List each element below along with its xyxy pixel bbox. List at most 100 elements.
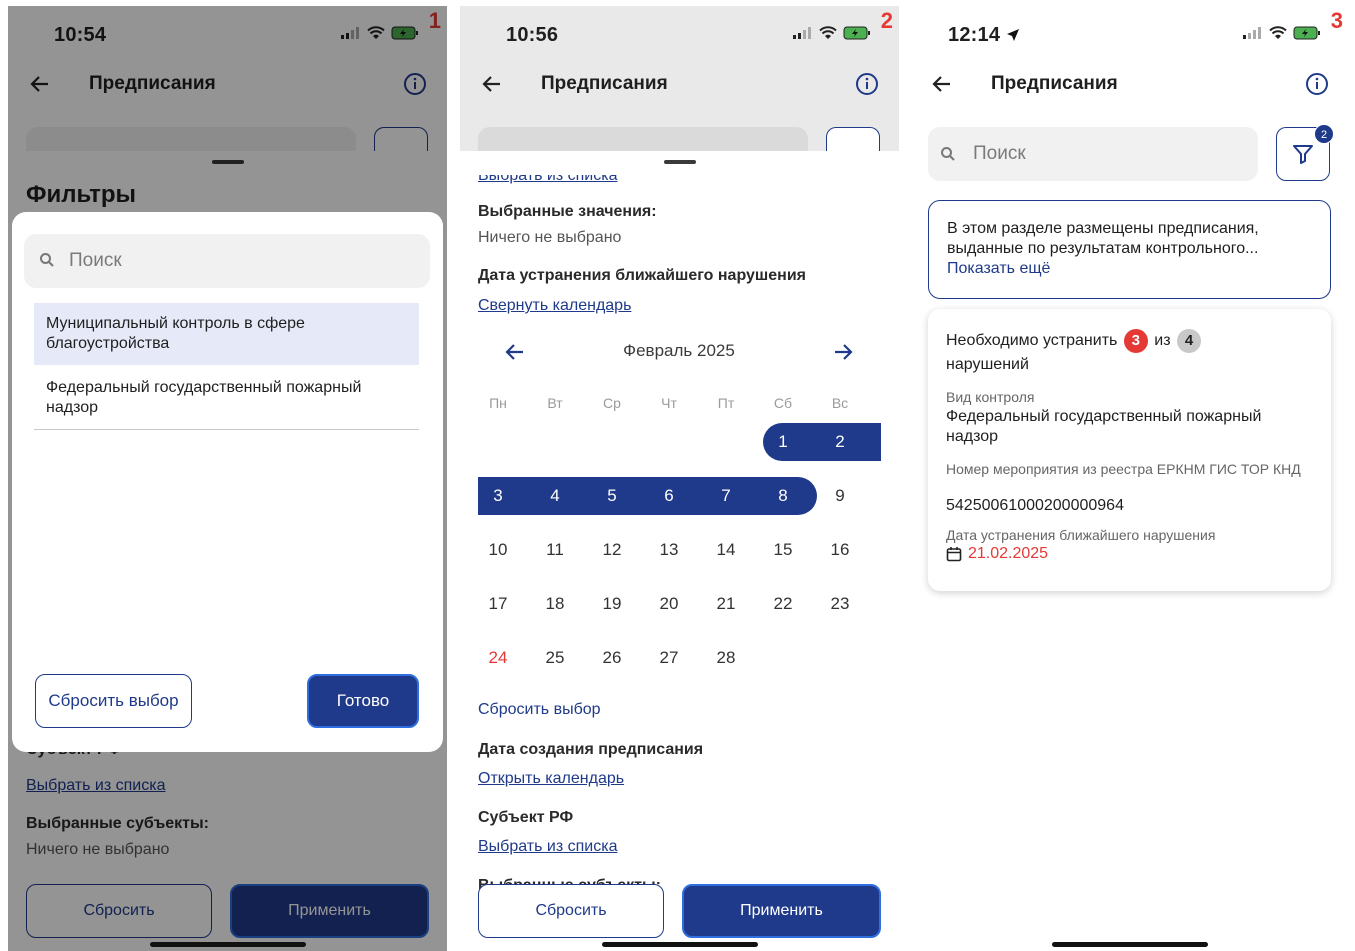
- option-item[interactable]: Федеральный государственный пожарный над…: [34, 367, 419, 430]
- signal-icon: [1243, 27, 1261, 39]
- status-time: 12:14: [948, 24, 1020, 47]
- home-indicator: [1052, 942, 1208, 947]
- filter-icon: [1293, 145, 1313, 164]
- calendar-day[interactable]: 5: [592, 486, 632, 506]
- prescription-card[interactable]: Необходимо устранить 3 из 4 нарушений Ви…: [928, 309, 1331, 591]
- calendar-day[interactable]: 27: [649, 648, 689, 668]
- need-suffix: нарушений: [946, 356, 1029, 373]
- calendar-day[interactable]: 22: [763, 594, 803, 614]
- due-date-label: Дата устранения ближайшего нарушения: [946, 527, 1216, 543]
- card-heading: Необходимо устранить 3 из 4 нарушений: [946, 329, 1316, 377]
- back-arrow-icon[interactable]: [930, 72, 954, 96]
- control-type-value: Федеральный государственный пожарный над…: [946, 408, 1262, 445]
- calendar-header: Февраль 2025: [478, 337, 880, 367]
- status-icons: [1243, 26, 1321, 40]
- calendar-day[interactable]: 17: [478, 594, 518, 614]
- calendar-day[interactable]: 9: [820, 486, 860, 506]
- calendar-day[interactable]: 16: [820, 540, 860, 560]
- reset-choice-link[interactable]: Сбросить выбор: [478, 701, 601, 719]
- control-type-label: Вид контроля: [946, 389, 1035, 405]
- next-month-icon[interactable]: [832, 341, 854, 363]
- calendar-month: Февраль 2025: [623, 341, 735, 360]
- screen-3: 12:14 3 Предписания Поиск 2 В этом разде…: [910, 6, 1349, 951]
- status-time: 10:56: [506, 24, 559, 46]
- need-prefix: Необходимо устранить: [946, 332, 1118, 349]
- calendar-day[interactable]: 1: [763, 432, 803, 452]
- calendar-day[interactable]: 15: [763, 540, 803, 560]
- show-more-link[interactable]: Показать ещё: [947, 259, 1312, 279]
- calendar-day[interactable]: 26: [592, 648, 632, 668]
- apply-button[interactable]: Применить: [682, 884, 881, 938]
- screen-number: 3: [1330, 8, 1343, 33]
- filters-sheet: Выбрать из списка Выбранные значения: Ни…: [460, 151, 899, 951]
- filter-count-badge: 2: [1314, 124, 1334, 144]
- calendar-day[interactable]: 18: [535, 594, 575, 614]
- calendar-day[interactable]: 23: [820, 594, 860, 614]
- screen-1: 10:54 1 Предписания Фильтры Субъект РФ В…: [8, 6, 447, 951]
- selected-values-value: Ничего не выбрано: [478, 229, 622, 246]
- screen-number: 2: [880, 8, 893, 33]
- calendar-day[interactable]: 7: [706, 486, 746, 506]
- calendar-day[interactable]: 3: [478, 486, 518, 506]
- calendar-day[interactable]: 24: [478, 648, 518, 668]
- location-arrow-icon: [1006, 29, 1019, 41]
- created-date-label: Дата создания предписания: [478, 741, 704, 758]
- collapse-calendar-link[interactable]: Свернуть календарь: [478, 297, 631, 315]
- event-number-label: Номер мероприятия из реестра ЕРКНМ ГИС Т…: [946, 461, 1301, 477]
- calendar-day[interactable]: 19: [592, 594, 632, 614]
- due-date: 21.02.2025: [946, 545, 1048, 563]
- info-icon[interactable]: [1305, 72, 1329, 96]
- calendar-day[interactable]: 20: [649, 594, 689, 614]
- nearest-violation-label: Дата устранения ближайшего нарушения: [478, 267, 806, 284]
- back-arrow-icon[interactable]: [480, 72, 504, 96]
- weekday-label: Сб: [773, 395, 793, 411]
- calendar-day[interactable]: 28: [706, 648, 746, 668]
- of-word: из: [1154, 332, 1171, 349]
- calendar-day[interactable]: 21: [706, 594, 746, 614]
- app-bar: Предписания: [460, 60, 899, 110]
- done-button[interactable]: Готово: [307, 674, 419, 728]
- weekday-label: Вт: [547, 395, 563, 411]
- reset-choice-button[interactable]: Сбросить выбор: [35, 674, 192, 728]
- event-number-value: 54250061000200000964: [946, 497, 1124, 514]
- selection-dialog: Поиск Муниципальный контроль в сфере бла…: [12, 212, 443, 752]
- page-title: Предписания: [991, 73, 1118, 94]
- choose-subject-link[interactable]: Выбрать из списка: [478, 838, 617, 856]
- status-bar: 12:14 3: [910, 6, 1349, 60]
- battery-icon: [1293, 26, 1320, 40]
- app-bar: Предписания: [910, 60, 1349, 110]
- weekday-label: Чт: [661, 395, 677, 411]
- info-icon[interactable]: [855, 72, 879, 96]
- calendar-day[interactable]: 25: [535, 648, 575, 668]
- home-indicator: [150, 942, 306, 947]
- calendar-day[interactable]: 2: [820, 432, 860, 452]
- calendar-day[interactable]: 8: [763, 486, 803, 506]
- status-time-text: 12:14: [948, 24, 1001, 46]
- sheet-grabber[interactable]: [664, 160, 696, 164]
- option-item[interactable]: Муниципальный контроль в сфере благоустр…: [34, 303, 419, 365]
- reset-button[interactable]: Сбросить: [478, 884, 664, 938]
- unresolved-count-badge: 3: [1123, 329, 1148, 353]
- choose-value-link[interactable]: Выбрать из списка: [478, 175, 617, 185]
- dialog-search-input[interactable]: Поиск: [24, 234, 430, 288]
- calendar-day[interactable]: 12: [592, 540, 632, 560]
- total-count-badge: 4: [1177, 329, 1201, 353]
- calendar-day[interactable]: 11: [535, 540, 575, 560]
- status-icons: [793, 26, 871, 40]
- calendar-icon: [946, 547, 962, 562]
- signal-icon: [793, 27, 811, 39]
- open-calendar-link[interactable]: Открыть календарь: [478, 770, 624, 788]
- search-input[interactable]: Поиск: [928, 127, 1258, 181]
- search-icon: [40, 253, 54, 267]
- calendar-day[interactable]: 14: [706, 540, 746, 560]
- calendar-day[interactable]: 10: [478, 540, 518, 560]
- notice-text: В этом разделе размещены предписания, вы…: [947, 220, 1259, 257]
- wifi-icon: [1269, 26, 1287, 39]
- calendar-day[interactable]: 13: [649, 540, 689, 560]
- calendar-day[interactable]: 6: [649, 486, 689, 506]
- weekday-label: Пн: [489, 395, 507, 411]
- calendar-day[interactable]: 4: [535, 486, 575, 506]
- status-bar: 10:56 2: [460, 6, 899, 60]
- dialog-search-placeholder: Поиск: [69, 250, 122, 271]
- home-indicator: [602, 942, 758, 947]
